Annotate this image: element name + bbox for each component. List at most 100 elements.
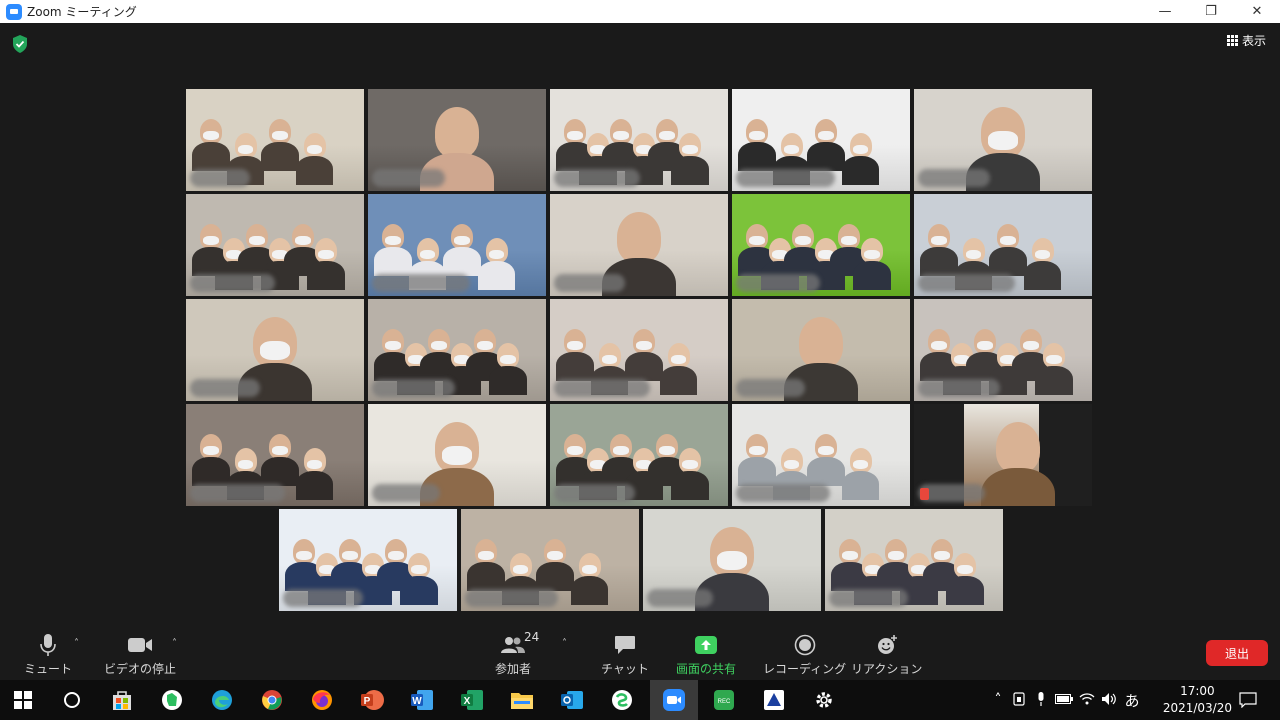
face-mask — [818, 131, 834, 141]
participant-body — [467, 562, 505, 591]
mute-button[interactable]: ミュート — [24, 632, 72, 677]
view-button[interactable]: 表示 — [1226, 32, 1266, 49]
reactions-button[interactable]: リアクション — [851, 632, 922, 677]
file-explorer-icon[interactable] — [508, 686, 536, 714]
video-tile[interactable] — [732, 194, 910, 296]
video-tile[interactable] — [279, 509, 457, 611]
video-tile[interactable] — [825, 509, 1003, 611]
leave-button[interactable]: 退出 — [1206, 640, 1268, 666]
chevron-up-icon[interactable]: ˄ — [988, 692, 1008, 708]
participant-body — [807, 457, 845, 486]
face-mask — [1046, 355, 1062, 365]
video-tile[interactable] — [914, 404, 1092, 506]
share-screen-button[interactable]: 画面の共有 — [676, 632, 736, 677]
face-mask — [306, 460, 323, 470]
reaction-emoji-icon — [877, 635, 897, 654]
video-tile[interactable] — [550, 404, 728, 506]
svg-text:W: W — [412, 696, 422, 707]
chat-button[interactable]: チャット — [601, 632, 649, 677]
face-mask — [659, 131, 675, 141]
notification-icon[interactable] — [1234, 686, 1262, 714]
face-mask — [864, 250, 880, 260]
edge-browser-icon[interactable] — [208, 686, 236, 714]
windows-start-icon[interactable] — [9, 686, 37, 714]
participants-options-caret[interactable]: ˄ — [562, 638, 567, 649]
reactions-label: リアクション — [851, 662, 923, 676]
video-tile[interactable] — [914, 194, 1092, 296]
word-icon[interactable]: W — [408, 686, 436, 714]
face-mask — [957, 565, 973, 575]
participant-name-label — [283, 589, 363, 607]
video-tile[interactable] — [732, 89, 910, 191]
taskbar-clock[interactable]: 17:00 2021/03/20 — [1163, 683, 1232, 717]
participants-icon — [501, 637, 525, 653]
excel-icon[interactable]: X — [458, 686, 486, 714]
video-tile[interactable] — [368, 194, 546, 296]
chrome-icon[interactable] — [258, 686, 286, 714]
participant-body — [295, 156, 334, 185]
zoom-taskbar-icon[interactable] — [650, 680, 698, 720]
face-mask — [237, 145, 254, 155]
settings-gear-icon[interactable] — [810, 686, 838, 714]
video-tile[interactable] — [732, 404, 910, 506]
volume-icon[interactable] — [1098, 692, 1120, 709]
close-icon[interactable]: ✕ — [1234, 0, 1280, 23]
scanner-icon[interactable] — [760, 686, 788, 714]
stop-video-button[interactable]: ビデオの停止 — [104, 632, 176, 677]
grid-icon — [1226, 35, 1238, 46]
green-app-icon[interactable] — [608, 686, 636, 714]
participant-body — [1035, 366, 1073, 395]
video-tile[interactable] — [550, 89, 728, 191]
face-mask — [295, 236, 311, 246]
evernote-icon[interactable] — [158, 686, 186, 714]
video-tile[interactable] — [550, 299, 728, 401]
participant-name-label — [372, 274, 470, 292]
record-button[interactable]: レコーディング — [763, 632, 846, 677]
face-mask — [500, 355, 516, 365]
face-mask — [749, 446, 765, 456]
mute-options-caret[interactable]: ˄ — [74, 638, 79, 649]
video-tile[interactable] — [368, 299, 546, 401]
participant-body — [738, 457, 776, 486]
participant-name-label — [372, 379, 455, 397]
face-mask — [477, 341, 493, 351]
face-mask — [842, 551, 858, 561]
face-mask — [419, 250, 436, 260]
video-tile[interactable] — [461, 509, 639, 611]
video-camera-icon — [128, 638, 152, 652]
video-tile[interactable] — [368, 89, 546, 191]
video-options-caret[interactable]: ˄ — [172, 638, 177, 649]
minimize-icon[interactable]: — — [1142, 0, 1188, 23]
face-mask — [581, 565, 598, 575]
participants-button[interactable]: 24 参加者 — [494, 630, 539, 677]
recorder-icon[interactable]: REC — [710, 686, 738, 714]
face-mask — [385, 236, 401, 246]
video-tile[interactable] — [368, 404, 546, 506]
video-tile[interactable] — [186, 299, 364, 401]
video-tile[interactable] — [186, 404, 364, 506]
search-circle-icon[interactable] — [58, 686, 86, 714]
battery-icon[interactable] — [1052, 693, 1076, 707]
firefox-icon[interactable] — [308, 686, 336, 714]
face-mask — [411, 565, 427, 575]
store-icon[interactable] — [108, 686, 136, 714]
video-tile[interactable] — [186, 89, 364, 191]
outlook-icon[interactable] — [558, 686, 586, 714]
video-tile[interactable] — [643, 509, 821, 611]
system-tray: ˄ あ — [988, 680, 1144, 720]
restore-icon[interactable]: ❐ — [1188, 0, 1234, 23]
video-tile[interactable] — [914, 89, 1092, 191]
video-tile[interactable] — [550, 194, 728, 296]
video-tile[interactable] — [186, 194, 364, 296]
ime-indicator[interactable]: あ — [1120, 690, 1144, 711]
device-icon[interactable] — [1008, 691, 1030, 709]
participant-name-label — [554, 274, 625, 292]
wifi-icon[interactable] — [1076, 692, 1098, 708]
microphone-tray-icon[interactable] — [1030, 691, 1052, 709]
face-mask — [567, 446, 583, 456]
video-tile[interactable] — [914, 299, 1092, 401]
shield-check-icon[interactable] — [12, 35, 28, 53]
video-tile[interactable] — [732, 299, 910, 401]
face-mask — [1023, 341, 1039, 351]
powerpoint-icon[interactable]: P — [358, 686, 386, 714]
